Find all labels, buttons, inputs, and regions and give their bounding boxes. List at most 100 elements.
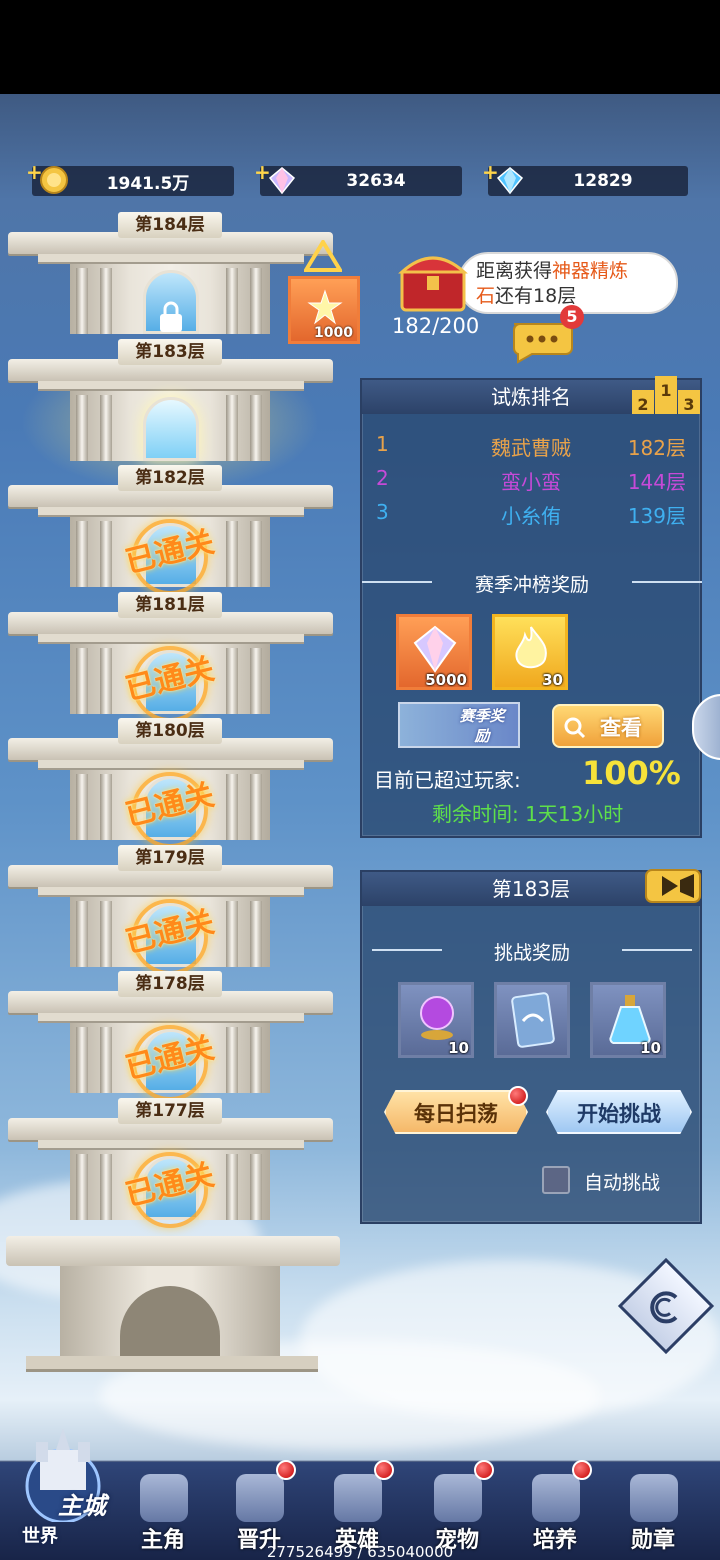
floor-column xyxy=(250,774,262,840)
challenge-reward-count: 10 xyxy=(640,1039,661,1057)
tower-floor[interactable]: 第180层 已通关 xyxy=(0,714,340,848)
tower-base-roof xyxy=(6,1236,340,1266)
nav-notification-dot xyxy=(374,1460,394,1480)
floor-column xyxy=(76,647,88,714)
tower-floor[interactable]: 第183层 xyxy=(0,335,340,461)
blue-diamond-counter[interactable]: + 12829 xyxy=(482,160,688,196)
season-reward-title: 赛季冲榜奖励 xyxy=(362,570,702,597)
floor-label: 第178层 xyxy=(118,971,222,997)
rank-floor: 182层 xyxy=(627,436,686,460)
floor-column xyxy=(100,268,112,334)
chest-progress: 182/200 xyxy=(392,314,480,338)
svg-text:2: 2 xyxy=(637,395,648,414)
gold-coin-icon xyxy=(40,166,68,194)
floor-label: 第179层 xyxy=(118,844,222,871)
search-icon xyxy=(564,717,586,739)
floor-column xyxy=(100,1153,112,1220)
tower-foundation xyxy=(26,1356,318,1372)
blue-diamond-value: 12829 xyxy=(573,171,633,191)
tower-floor[interactable]: 第178层 已通关 xyxy=(0,967,340,1101)
tower-floor[interactable]: 第182层 已通关 xyxy=(0,461,340,595)
floor-column xyxy=(250,1153,262,1220)
portal-icon xyxy=(650,1291,678,1324)
chest-text-b: 神器精炼 xyxy=(552,260,629,282)
rainbow-diamond-icon xyxy=(413,625,457,673)
lock-icon xyxy=(160,301,182,332)
pet-icon xyxy=(434,1474,482,1522)
floor-column xyxy=(100,774,112,840)
auto-challenge-checkbox[interactable] xyxy=(542,1166,570,1194)
floor-column xyxy=(226,774,238,840)
blue-card-icon xyxy=(511,992,555,1048)
season-reward-item[interactable]: 30 xyxy=(492,614,568,690)
sweep-notification-dot xyxy=(508,1086,528,1106)
rank-floor: 144层 xyxy=(627,470,686,494)
floor-column xyxy=(76,900,88,967)
floor-column xyxy=(100,521,112,587)
challenge-reward-title: 挑战奖励 xyxy=(372,938,692,965)
chest-text-a: 距离获得 xyxy=(476,260,553,282)
ranking-row[interactable]: 2 蛮小蛮 144层 xyxy=(376,466,686,498)
tower-floor[interactable]: 第179层 已通关 xyxy=(0,841,340,975)
chest-text-d: 还有18层 xyxy=(495,285,577,307)
daily-sweep-button[interactable]: 每日扫荡 xyxy=(384,1090,528,1134)
floor-label: 第180层 xyxy=(118,718,222,744)
floor-column xyxy=(226,394,238,461)
floor-column xyxy=(100,1027,112,1093)
remaining-time: 剩余时间: 1天13小时 xyxy=(432,802,624,826)
floor-column xyxy=(226,1153,238,1220)
chest-callout-text: 距离获得神器精炼 石还有18层 xyxy=(476,259,628,309)
challenge-reward-item[interactable]: 10 xyxy=(398,982,474,1058)
floor-column xyxy=(76,394,88,461)
season-badge-label: 赛季奖励 xyxy=(459,707,505,745)
floor-reward-count: 1000 xyxy=(314,325,353,341)
challenge-panel: 第183层 挑战奖励 10 10 每日扫荡 开始挑战 自动挑战 xyxy=(360,869,702,1224)
tower-floor[interactable]: 第177层 已通关 xyxy=(0,1094,340,1228)
season-reward-badge[interactable]: 赛季奖励 xyxy=(398,702,520,748)
floor-cornice xyxy=(38,254,304,264)
floor-cornice xyxy=(38,886,304,897)
floor-column xyxy=(76,1153,88,1220)
challenge-reward-item[interactable] xyxy=(494,982,570,1058)
floor-reward-item[interactable]: 1000 xyxy=(288,276,360,344)
bottom-navigation: 主城 世界 主角 晋升 英雄 宠物 培养 勋章 277526499 / 635040000 xyxy=(0,1428,720,1560)
star-burst-icon xyxy=(307,289,343,325)
ranking-panel: 试炼排名 2 1 3 1 魏武曹贼 182层 2 蛮小蛮 144层 3 小糸侑 139层 赛季冲… xyxy=(360,376,702,838)
nav-notification-dot xyxy=(572,1460,592,1480)
ranking-row[interactable]: 1 魏武曹贼 182层 xyxy=(376,432,686,464)
gold-counter[interactable]: + 1941.5万 xyxy=(26,160,234,196)
medal-icon xyxy=(630,1474,678,1522)
floor-column xyxy=(226,647,238,714)
home-world-button[interactable]: 主城 世界 xyxy=(8,1426,118,1556)
auto-challenge-label: 自动挑战 xyxy=(584,1172,661,1194)
hero-icon xyxy=(334,1474,382,1522)
floor-label: 第184层 xyxy=(118,212,222,238)
floor-label: 第177层 xyxy=(118,1097,222,1124)
floor-label: 第181层 xyxy=(118,591,222,618)
floor-cornice xyxy=(38,760,304,770)
floor-column xyxy=(76,268,88,334)
start-challenge-button[interactable]: 开始挑战 xyxy=(546,1090,692,1134)
podium-icon: 2 1 3 xyxy=(632,376,700,414)
ranking-row[interactable]: 3 小糸侑 139层 xyxy=(376,500,686,532)
floor-column xyxy=(100,394,112,461)
experience-counter: 277526499 / 635040000 xyxy=(266,1543,454,1560)
floor-column xyxy=(250,521,262,587)
challenge-reward-item[interactable]: 10 xyxy=(590,982,666,1058)
floor-column xyxy=(226,521,238,587)
svg-text:1: 1 xyxy=(660,381,671,400)
video-icon[interactable] xyxy=(644,866,702,906)
hero-helm-icon xyxy=(140,1474,188,1522)
rainbow-diamond-value: 32634 xyxy=(346,171,406,191)
season-reward-item[interactable]: 5000 xyxy=(396,614,472,690)
tower-floor[interactable]: 第181层 已通关 xyxy=(0,588,340,722)
floor-label: 第183层 xyxy=(118,338,222,365)
view-button[interactable]: 查看 xyxy=(552,704,664,748)
floor-column xyxy=(226,268,238,334)
floor-column xyxy=(100,900,112,967)
treasure-chest-icon[interactable] xyxy=(396,248,470,314)
floor-column xyxy=(226,1027,238,1093)
floor-column xyxy=(250,900,262,967)
nav-notification-dot xyxy=(276,1460,296,1480)
rainbow-diamond-counter[interactable]: + 32634 xyxy=(254,160,462,196)
